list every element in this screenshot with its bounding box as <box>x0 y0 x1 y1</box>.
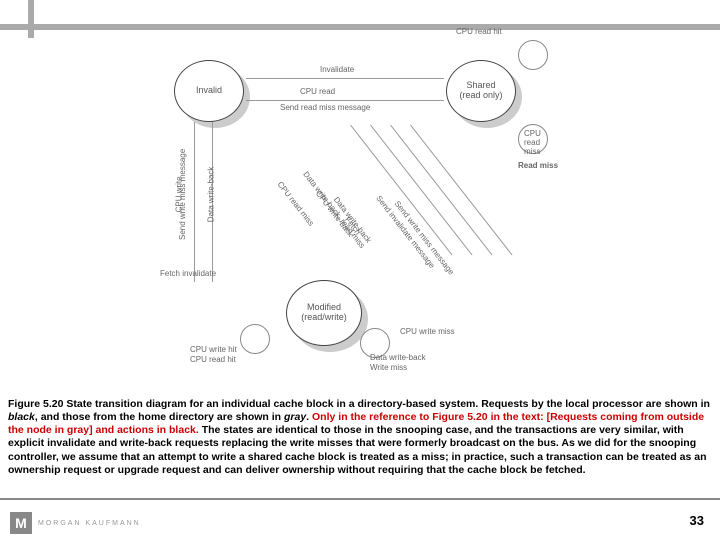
page-number: 33 <box>690 513 704 528</box>
caption-text: Figure 5.20 State transition diagram for… <box>8 398 710 410</box>
state-shared: Shared (read only) <box>446 60 516 122</box>
logo-icon: M <box>10 512 32 534</box>
state-invalid: Invalid <box>174 60 244 122</box>
state-label: (read only) <box>459 91 502 101</box>
edge-label: Data write-back <box>370 354 426 363</box>
slide-footer: M MORGAN KAUFMANN 33 <box>0 500 720 540</box>
caption-em: black <box>8 411 35 423</box>
edge-label: CPU read hit <box>190 356 236 365</box>
caption-em: gray <box>284 411 306 423</box>
edge-label: CPU read miss <box>275 180 315 228</box>
state-modified: Modified (read/write) <box>286 280 362 346</box>
edge-label: Data write-back <box>207 167 216 223</box>
edge-label: Send write miss message <box>392 200 455 277</box>
caption-text: , and those from the home directory are … <box>35 411 284 423</box>
edge-label: CPUreadmiss <box>524 130 541 156</box>
edge-label: Write miss <box>370 364 407 373</box>
vertical-rule <box>28 0 34 38</box>
state-label: Invalid <box>196 86 222 96</box>
edge-label: CPU read <box>300 88 335 97</box>
edge-label: CPU write <box>176 176 185 212</box>
publisher-name: MORGAN KAUFMANN <box>38 520 141 527</box>
state-diagram: Invalid Shared (read only) Modified (rea… <box>120 10 600 390</box>
edge-label: Invalidate <box>320 66 354 75</box>
state-label: (read/write) <box>301 313 347 323</box>
edge-label: CPU write hit <box>190 346 237 355</box>
publisher-logo: M MORGAN KAUFMANN <box>10 512 141 534</box>
edge-label: Read miss <box>518 162 558 171</box>
edge-label: Send read miss message <box>280 104 370 113</box>
arrow <box>246 78 444 79</box>
figure-caption: Figure 5.20 State transition diagram for… <box>8 398 712 477</box>
edge-label: CPU write miss <box>400 328 455 337</box>
edge-label: Fetch invalidate <box>160 270 216 279</box>
edge-label: CPU read hit <box>456 28 502 37</box>
